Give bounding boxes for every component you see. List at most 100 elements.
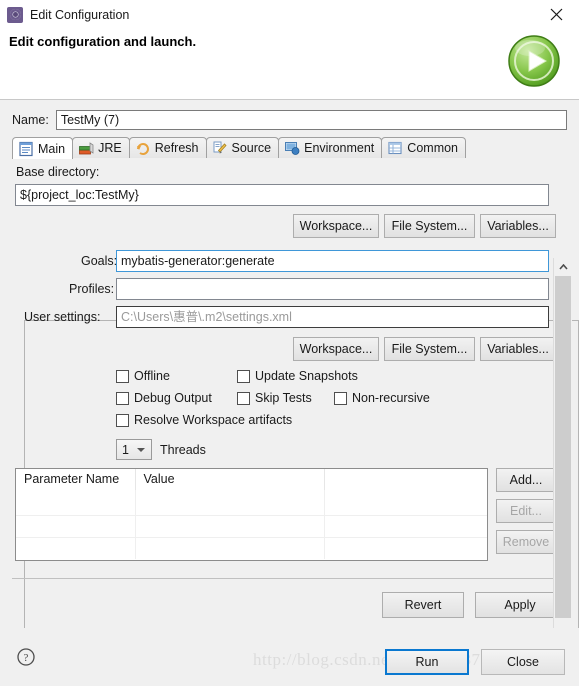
table-row[interactable] bbox=[16, 490, 487, 515]
update-snapshots-checkbox-box bbox=[237, 369, 250, 383]
tab-main[interactable]: Main bbox=[12, 137, 74, 159]
threads-label: Threads bbox=[160, 443, 206, 457]
common-table-icon bbox=[387, 140, 403, 156]
main-document-icon bbox=[18, 141, 34, 157]
name-label: Name: bbox=[12, 113, 49, 127]
base-dir-variables-button[interactable]: Variables... bbox=[480, 214, 556, 238]
close-button[interactable]: Close bbox=[481, 649, 565, 675]
page-title: Edit configuration and launch. bbox=[9, 34, 197, 49]
user-settings-workspace-button[interactable]: Workspace... bbox=[293, 337, 379, 361]
title-bar: Edit Configuration bbox=[0, 0, 579, 29]
dialog-header: Edit configuration and launch. bbox=[0, 29, 579, 100]
close-icon bbox=[550, 8, 563, 21]
name-row: Name: bbox=[12, 109, 567, 131]
offline-label: Offline bbox=[134, 369, 170, 383]
parameters-table-header: Parameter Name Value bbox=[16, 469, 487, 490]
environment-monitor-icon bbox=[284, 140, 300, 156]
base-dir-file-system-button[interactable]: File System... bbox=[384, 214, 475, 238]
revert-button[interactable]: Revert bbox=[382, 592, 464, 618]
dialog-body: Name: Main bbox=[0, 100, 579, 686]
tab-strip: Main JRE Refresh Source Environment Comm… bbox=[12, 136, 567, 159]
debug-output-checkbox-box bbox=[116, 391, 129, 405]
green-run-play-icon bbox=[508, 35, 560, 87]
page-vertical-scrollbar[interactable] bbox=[553, 258, 572, 678]
non-recursive-label: Non-recursive bbox=[352, 391, 430, 405]
resolve-workspace-artifacts-label: Resolve Workspace artifacts bbox=[134, 413, 293, 427]
non-recursive-checkbox-box bbox=[334, 391, 347, 405]
window-title: Edit Configuration bbox=[30, 7, 130, 22]
table-cell bbox=[16, 538, 136, 559]
edit-configuration-dialog: Edit Configuration Edit configuration an… bbox=[0, 0, 579, 686]
edit-parameter-button: Edit... bbox=[496, 499, 556, 523]
checkbox-non-recursive[interactable]: Non-recursive bbox=[334, 391, 430, 405]
base-dir-workspace-button[interactable]: Workspace... bbox=[293, 214, 379, 238]
checkbox-resolve-workspace-artifacts[interactable]: Resolve Workspace artifacts bbox=[116, 413, 292, 427]
resolve-workspace-artifacts-checkbox-box bbox=[116, 413, 129, 427]
user-settings-input[interactable] bbox=[116, 306, 549, 328]
update-snapshots-label: Update Snapshots bbox=[255, 369, 358, 383]
tab-jre[interactable]: JRE bbox=[72, 137, 130, 158]
table-cell bbox=[16, 490, 136, 515]
footer-separator bbox=[12, 578, 567, 579]
threads-value: 1 bbox=[122, 442, 129, 457]
tab-common[interactable]: Common bbox=[381, 137, 467, 158]
tab-jre-label: JRE bbox=[98, 141, 122, 155]
tab-main-label: Main bbox=[38, 141, 66, 156]
base-directory-label: Base directory: bbox=[16, 165, 100, 179]
table-cell bbox=[325, 516, 487, 537]
add-parameter-button[interactable]: Add... bbox=[496, 468, 556, 492]
table-row[interactable] bbox=[16, 537, 487, 559]
goals-input[interactable] bbox=[116, 250, 549, 272]
main-tab-page: Base directory: Workspace... File System… bbox=[12, 158, 579, 686]
profiles-label: Profiles: bbox=[69, 282, 115, 296]
refresh-arrows-icon bbox=[135, 140, 151, 156]
tab-environment[interactable]: Environment bbox=[278, 137, 383, 158]
source-pencil-icon bbox=[212, 140, 228, 156]
column-header-value: Value bbox=[136, 469, 325, 490]
column-header-parameter-name: Parameter Name bbox=[16, 469, 136, 490]
profiles-input[interactable] bbox=[116, 278, 549, 300]
user-settings-file-system-button[interactable]: File System... bbox=[384, 337, 475, 361]
column-header-extra bbox=[325, 469, 487, 490]
table-cell bbox=[136, 538, 325, 559]
table-cell bbox=[16, 516, 136, 537]
tab-refresh-label: Refresh bbox=[154, 141, 199, 155]
checkbox-offline[interactable]: Offline bbox=[116, 369, 170, 383]
skip-tests-label: Skip Tests bbox=[255, 391, 312, 405]
parameters-table[interactable]: Parameter Name Value bbox=[15, 468, 488, 561]
tab-source-label: Source bbox=[231, 141, 272, 155]
skip-tests-checkbox-box bbox=[237, 391, 250, 405]
vertical-scroll-thumb[interactable] bbox=[555, 276, 571, 618]
svg-text:?: ? bbox=[24, 652, 29, 664]
table-cell bbox=[325, 538, 487, 559]
debug-output-label: Debug Output bbox=[134, 391, 212, 405]
offline-checkbox-box bbox=[116, 369, 129, 383]
remove-parameter-button: Remove bbox=[496, 530, 556, 554]
chevron-up-icon bbox=[558, 263, 568, 270]
checkbox-skip-tests[interactable]: Skip Tests bbox=[237, 391, 312, 405]
table-cell bbox=[325, 490, 487, 515]
user-settings-label: User settings: bbox=[24, 310, 101, 324]
name-input[interactable] bbox=[55, 110, 567, 130]
tab-common-label: Common bbox=[407, 141, 459, 155]
tab-environment-label: Environment bbox=[304, 141, 375, 155]
checkbox-debug-output[interactable]: Debug Output bbox=[116, 391, 212, 405]
goals-label: Goals: bbox=[81, 254, 118, 268]
tab-source[interactable]: Source bbox=[205, 137, 280, 158]
table-row[interactable] bbox=[16, 515, 487, 537]
checkbox-update-snapshots[interactable]: Update Snapshots bbox=[237, 369, 358, 383]
run-button[interactable]: Run bbox=[385, 649, 469, 675]
table-cell bbox=[136, 516, 325, 537]
apply-button[interactable]: Apply bbox=[475, 592, 565, 618]
base-directory-input[interactable] bbox=[15, 184, 549, 206]
user-settings-variables-button[interactable]: Variables... bbox=[480, 337, 556, 361]
threads-dropdown[interactable]: 1 bbox=[116, 439, 152, 460]
jre-library-icon bbox=[78, 140, 94, 156]
table-cell bbox=[136, 490, 325, 515]
tab-refresh[interactable]: Refresh bbox=[128, 137, 207, 158]
help-question-icon[interactable]: ? bbox=[17, 648, 35, 666]
scroll-up-button[interactable] bbox=[554, 258, 572, 275]
window-close-button[interactable] bbox=[534, 0, 579, 29]
eclipse-launch-config-icon bbox=[7, 6, 23, 23]
chevron-down-icon bbox=[137, 447, 145, 452]
